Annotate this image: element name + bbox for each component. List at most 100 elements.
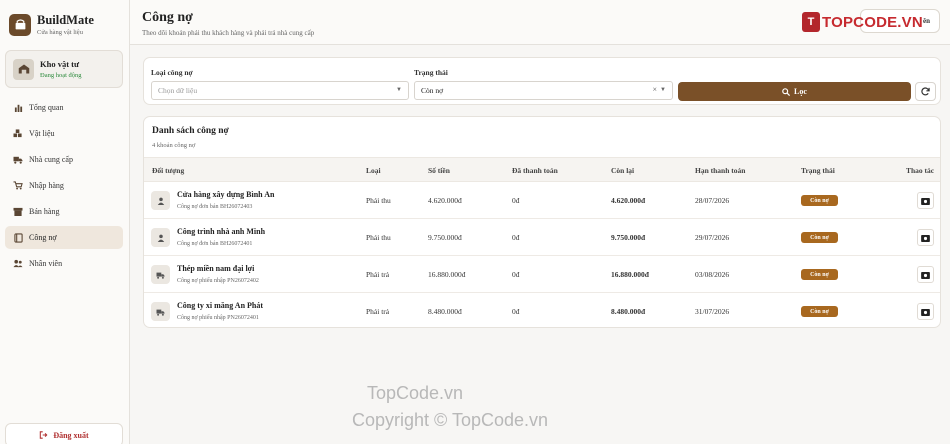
- warehouse-icon: [13, 58, 34, 80]
- brand-name: BuildMate: [37, 13, 94, 27]
- status-label: Trạng thái: [414, 68, 448, 77]
- debt-kind: Phải trả: [366, 307, 390, 316]
- sidebar-item-label: Công nợ: [29, 233, 57, 242]
- money-icon: [921, 266, 930, 284]
- search-icon: [782, 87, 791, 96]
- sidebar-item-label: Nhà cung cấp: [29, 155, 73, 164]
- column-header[interactable]: Loại: [366, 166, 381, 175]
- page-subtitle: Theo dõi khoản phải thu khách hàng và ph…: [142, 29, 315, 37]
- debt-remaining: 16.880.000đ: [611, 270, 649, 279]
- debt-reference: Công nợ đơn bán BH26072403: [177, 204, 253, 210]
- debt-paid: 0đ: [512, 270, 520, 279]
- debt-amount: 16.880.000đ: [428, 270, 466, 279]
- store-logo-icon: [9, 13, 31, 36]
- column-header[interactable]: Còn lại: [611, 166, 634, 175]
- pay-debt-button[interactable]: [917, 192, 934, 209]
- debt-list-card: Danh sách công nợ 4 khoản công nợ Đối tư…: [143, 116, 941, 328]
- sidebar-item-cong-no[interactable]: Công nợ: [5, 226, 123, 249]
- watermark-text: TopCode.vn: [367, 383, 464, 403]
- status-select[interactable]: Còn nợ × ▼: [414, 81, 673, 100]
- money-icon: [921, 303, 930, 321]
- list-title: Danh sách công nợ: [152, 126, 229, 136]
- debt-due-date: 31/07/2026: [695, 307, 730, 316]
- list-count: 4 khoản công nợ: [152, 142, 196, 149]
- column-header[interactable]: Trạng thái: [801, 166, 835, 175]
- sidebar-item-nha-cung-cap[interactable]: Nhà cung cấp: [5, 148, 123, 171]
- clear-icon[interactable]: ×: [652, 85, 657, 94]
- table-row[interactable]: Cửa hàng xây dựng Bình An Công nợ đơn bá…: [144, 182, 940, 219]
- truck-icon: [151, 302, 170, 321]
- cart-icon: [13, 181, 23, 191]
- sidebar-nav: Tổng quan Vật liệu Nhà cung cấp Nhập hàn…: [5, 96, 123, 278]
- person-icon: [151, 191, 170, 210]
- warehouse-card[interactable]: Kho vật tư Đang hoạt động: [5, 50, 123, 88]
- status-badge: Còn nợ: [801, 232, 838, 243]
- filter-button[interactable]: Lọc: [678, 82, 911, 101]
- refresh-button[interactable]: [915, 82, 936, 101]
- sidebar-item-label: Vật liệu: [29, 129, 55, 138]
- watermark-copyright: Copyright © TopCode.vn: [352, 410, 549, 430]
- column-header[interactable]: Đối tượng: [152, 166, 184, 175]
- debt-reference: Công nợ phiếu nhập PN26072401: [177, 315, 259, 321]
- logout-button[interactable]: Đăng xuất: [5, 423, 123, 444]
- filter-panel: Loại công nợ Chọn dữ liệu ▼ Trạng thái C…: [143, 57, 941, 105]
- debt-paid: 0đ: [512, 196, 520, 205]
- debt-amount: 4.620.000đ: [428, 196, 462, 205]
- brand[interactable]: BuildMate Cửa hàng vật liệu: [9, 13, 94, 36]
- page-title: Công nợ: [142, 10, 193, 25]
- debt-amount: 9.750.000đ: [428, 233, 462, 242]
- bar-chart-icon: [13, 103, 23, 113]
- sidebar-item-nhap-hang[interactable]: Nhập hàng: [5, 174, 123, 197]
- debt-type-select[interactable]: Chọn dữ liệu ▼: [151, 81, 409, 100]
- debt-paid: 0đ: [512, 233, 520, 242]
- logout-icon: [39, 431, 48, 439]
- status-badge: Còn nợ: [801, 306, 838, 317]
- status-badge: Còn nợ: [801, 269, 838, 280]
- store-icon: [13, 207, 23, 217]
- debt-due-date: 29/07/2026: [695, 233, 730, 242]
- brand-subtitle: Cửa hàng vật liệu: [37, 29, 83, 36]
- sidebar-item-nhan-vien[interactable]: Nhân viên: [5, 252, 123, 275]
- debt-remaining: 4.620.000đ: [611, 196, 646, 205]
- refresh-icon: [921, 83, 930, 101]
- person-icon: [151, 228, 170, 247]
- column-header: Thao tác: [906, 166, 935, 175]
- debtor-name: Cửa hàng xây dựng Bình An: [177, 190, 275, 199]
- sidebar-item-ban-hang[interactable]: Bán hàng: [5, 200, 123, 223]
- pay-debt-button[interactable]: [917, 303, 934, 320]
- debt-reference: Công nợ phiếu nhập PN26072402: [177, 278, 259, 284]
- debt-type-placeholder: Chọn dữ liệu: [158, 86, 198, 95]
- status-select-value: Còn nợ: [421, 86, 444, 95]
- chevron-down-icon: ▼: [660, 87, 666, 93]
- column-header[interactable]: Hạn thanh toán: [695, 166, 745, 175]
- debtor-name: Công trình nhà anh Minh: [177, 227, 266, 236]
- table-row[interactable]: Công trình nhà anh Minh Công nợ đơn bán …: [144, 219, 940, 256]
- column-header[interactable]: Đã thanh toán: [512, 166, 558, 175]
- debt-type-label: Loại công nợ: [151, 68, 193, 77]
- sidebar-item-tong-quan[interactable]: Tổng quan: [5, 96, 123, 119]
- column-header[interactable]: Số tiền: [428, 166, 450, 175]
- book-icon: [13, 232, 23, 243]
- warehouse-name: Kho vật tư: [40, 59, 80, 69]
- pay-debt-button[interactable]: [917, 266, 934, 283]
- debt-kind: Phải thu: [366, 233, 391, 242]
- table-header: Đối tượng Loại Số tiền Đã thanh toán Còn…: [144, 157, 940, 182]
- topcode-mark-icon: T: [802, 12, 820, 32]
- debt-paid: 0đ: [512, 307, 520, 316]
- sidebar-item-label: Nhập hàng: [29, 181, 64, 190]
- sidebar-item-vat-lieu[interactable]: Vật liệu: [5, 122, 123, 145]
- sidebar-item-label: Bán hàng: [29, 207, 60, 216]
- status-badge: Còn nợ: [801, 195, 838, 206]
- money-icon: [921, 229, 930, 247]
- table-row[interactable]: Công ty xi măng An Phát Công nợ phiếu nh…: [144, 293, 940, 327]
- table-row[interactable]: Thép miền nam đại lợi Công nợ phiếu nhập…: [144, 256, 940, 293]
- debt-due-date: 03/08/2026: [695, 270, 730, 279]
- pay-debt-button[interactable]: [917, 229, 934, 246]
- debt-due-date: 28/07/2026: [695, 196, 730, 205]
- truck-icon: [13, 155, 23, 165]
- debt-reference: Công nợ đơn bán BH26072401: [177, 241, 253, 247]
- money-icon: [921, 192, 930, 210]
- sidebar-item-label: Tổng quan: [29, 103, 64, 112]
- debt-kind: Phải trả: [366, 270, 390, 279]
- warehouse-status: Đang hoạt động: [40, 72, 82, 79]
